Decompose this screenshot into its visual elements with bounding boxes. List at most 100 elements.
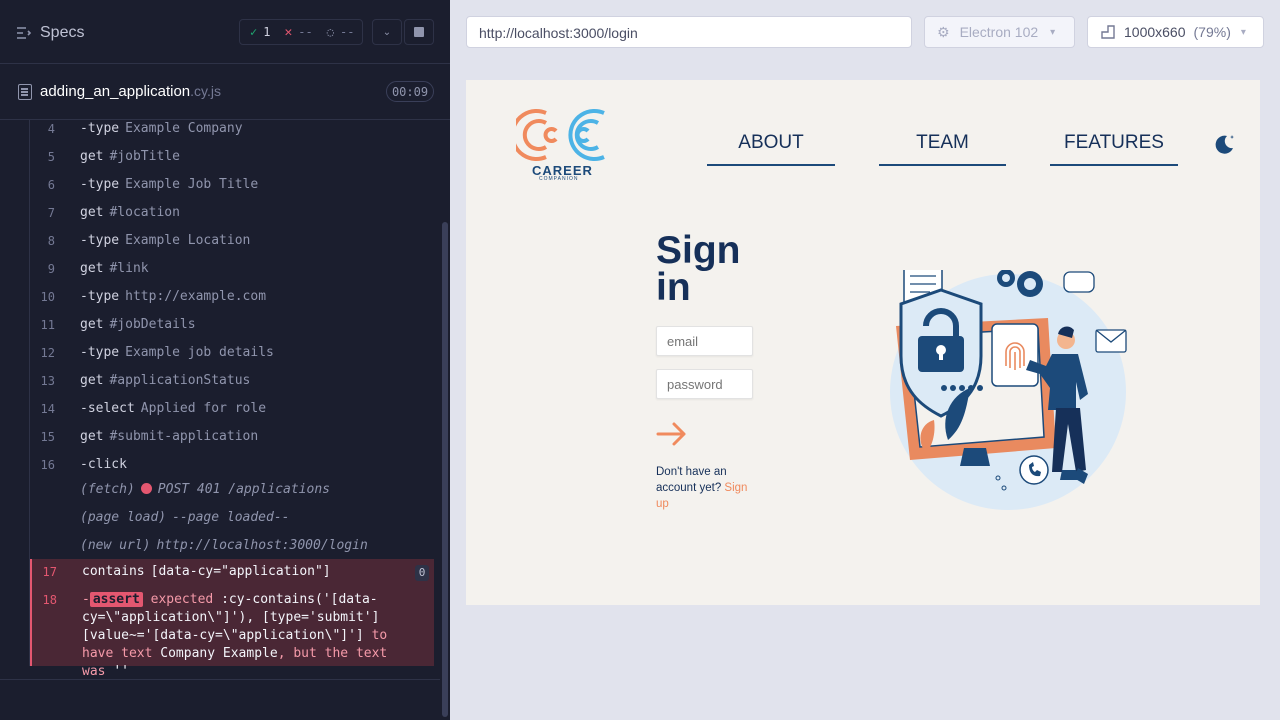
command-line: -type Example Job Title — [80, 177, 258, 192]
command-number: 6 — [47, 178, 55, 192]
event-arg: --page loaded-- — [172, 510, 290, 525]
nav-features[interactable]: FEATURES — [1050, 132, 1178, 166]
command-assert-failed[interactable]: 18 - assert expected :cy-contains('[data-… — [30, 587, 434, 679]
command-name: -type — [80, 233, 120, 248]
command-name: get — [80, 373, 104, 388]
x-icon: ✕ — [284, 24, 293, 40]
electron-icon: ⚙ — [937, 23, 950, 40]
command-name: get — [80, 429, 104, 444]
command-arg: #jobDetails — [109, 317, 196, 332]
chevron-down-icon: ▾ — [1240, 26, 1246, 38]
spinner-icon: ◌ — [326, 25, 334, 39]
event-line: (fetch) POST 401 /applications — [80, 482, 330, 497]
command-line: get #link — [80, 261, 149, 276]
command-row[interactable]: 15 get #submit-application — [30, 424, 434, 452]
event-arg: POST 401 /applications — [157, 482, 330, 497]
command-arg: Example Company — [125, 121, 243, 136]
command-arg: http://example.com — [125, 289, 267, 304]
logo-subtitle: COMPANION — [539, 176, 579, 182]
command-arg: #submit-application — [109, 429, 259, 444]
passed-stat: ✓ 1 — [240, 25, 270, 39]
command-row[interactable]: 5 get #jobTitle — [30, 144, 434, 172]
command-row[interactable]: 11 get #jobDetails — [30, 312, 434, 340]
specs-button[interactable]: Specs — [16, 22, 84, 44]
command-row[interactable]: 7 get #location — [30, 200, 434, 228]
viewport-selector[interactable]: 1000x660 (79%) ▾ — [1087, 16, 1264, 48]
email-field[interactable] — [656, 326, 753, 356]
spec-name: adding_an_application — [40, 83, 191, 100]
event-page-load[interactable]: (page load) --page loaded-- — [30, 504, 434, 532]
command-line: -select Applied for role — [80, 401, 266, 416]
command-number: 15 — [40, 430, 55, 444]
moon-icon[interactable] — [1213, 132, 1237, 156]
ruler-icon — [1101, 25, 1115, 39]
command-number: 9 — [47, 262, 55, 276]
command-row[interactable]: 9 get #link — [30, 256, 434, 284]
check-icon: ✓ — [250, 25, 258, 39]
pending-stat: ◌ -- — [313, 25, 355, 39]
command-name: get — [80, 261, 104, 276]
command-name: -click — [80, 457, 127, 472]
nav-about[interactable]: ABOUT — [707, 132, 835, 166]
browser-selector[interactable]: ⚙ Electron 102 ▾ — [924, 16, 1075, 48]
command-arg: Example Location — [125, 233, 251, 248]
command-name: get — [80, 149, 104, 164]
command-line: -type Example Company — [80, 121, 243, 136]
command-row[interactable]: 13 get #applicationStatus — [30, 368, 434, 396]
viewport-size: 1000x660 — [1124, 24, 1186, 40]
command-line: -click — [80, 457, 133, 472]
divider — [0, 679, 440, 680]
command-name: contains — [82, 564, 145, 579]
command-arg: #applicationStatus — [109, 373, 251, 388]
command-name: get — [80, 317, 104, 332]
command-line: get #submit-application — [80, 429, 258, 444]
spec-duration: 00:09 — [386, 81, 434, 102]
command-row[interactable]: 10 -type http://example.com — [30, 284, 434, 312]
event-arg: http://localhost:3000/login — [156, 538, 368, 553]
command-row[interactable]: 12 -type Example job details — [30, 340, 434, 368]
command-number: 16 — [40, 458, 55, 472]
command-name: get — [80, 205, 104, 220]
specs-icon — [17, 27, 32, 39]
command-number: 4 — [47, 122, 55, 136]
stop-button[interactable] — [404, 19, 434, 45]
spec-ext: .cy.js — [190, 83, 221, 99]
assert-message: - assert expected :cy-contains('[data-cy=… — [82, 591, 402, 680]
event-new-url[interactable]: (new url) http://localhost:3000/login — [30, 532, 434, 560]
command-row[interactable]: 8 -type Example Location — [30, 228, 434, 256]
password-field[interactable] — [656, 369, 753, 399]
command-line: -type Example Location — [80, 233, 250, 248]
element-count-badge: 0 — [415, 565, 429, 581]
command-number: 10 — [40, 290, 55, 304]
command-row[interactable]: 6 -type Example Job Title — [30, 172, 434, 200]
aut-panel: http://localhost:3000/login ⚙ Electron 1… — [450, 0, 1280, 720]
event-fetch[interactable]: (fetch) POST 401 /applications — [30, 476, 434, 504]
passed-count: 1 — [263, 25, 271, 39]
command-name: -type — [80, 177, 120, 192]
reporter-header: Specs ✓ 1 ✕ -- ◌ -- ⌄ — [0, 0, 450, 64]
failed-stat: ✕ -- — [270, 25, 312, 40]
command-row[interactable]: 4 -type Example Company — [30, 120, 434, 144]
signin-title: Sign in — [656, 229, 741, 309]
stop-icon — [414, 27, 424, 37]
command-arg: Example Job Title — [125, 177, 259, 192]
command-number: 18 — [42, 593, 57, 607]
url-bar[interactable]: http://localhost:3000/login — [466, 16, 912, 48]
command-line: get #applicationStatus — [80, 373, 250, 388]
command-line: get #jobDetails — [80, 317, 196, 332]
command-row[interactable]: 14 -select Applied for role — [30, 396, 434, 424]
spec-file-row[interactable]: adding_an_application.cy.js 00:09 — [0, 64, 450, 120]
event-name: (page load) — [80, 510, 167, 525]
command-arg: Applied for role — [140, 401, 267, 416]
viewport-scale: (79%) — [1193, 24, 1231, 40]
command-number: 5 — [47, 150, 55, 164]
nav-team[interactable]: TEAM — [879, 132, 1006, 166]
command-line: contains [data-cy="application"] — [82, 564, 331, 579]
command-contains-failed[interactable]: 17 contains [data-cy="application"] 0 — [30, 559, 434, 587]
arrow-right-icon[interactable] — [656, 420, 688, 448]
event-name: (new url) — [80, 538, 151, 553]
expand-button[interactable]: ⌄ — [372, 19, 402, 45]
event-name: (fetch) — [80, 482, 135, 497]
scrollbar-thumb[interactable] — [442, 222, 448, 717]
command-number: 12 — [40, 346, 55, 360]
